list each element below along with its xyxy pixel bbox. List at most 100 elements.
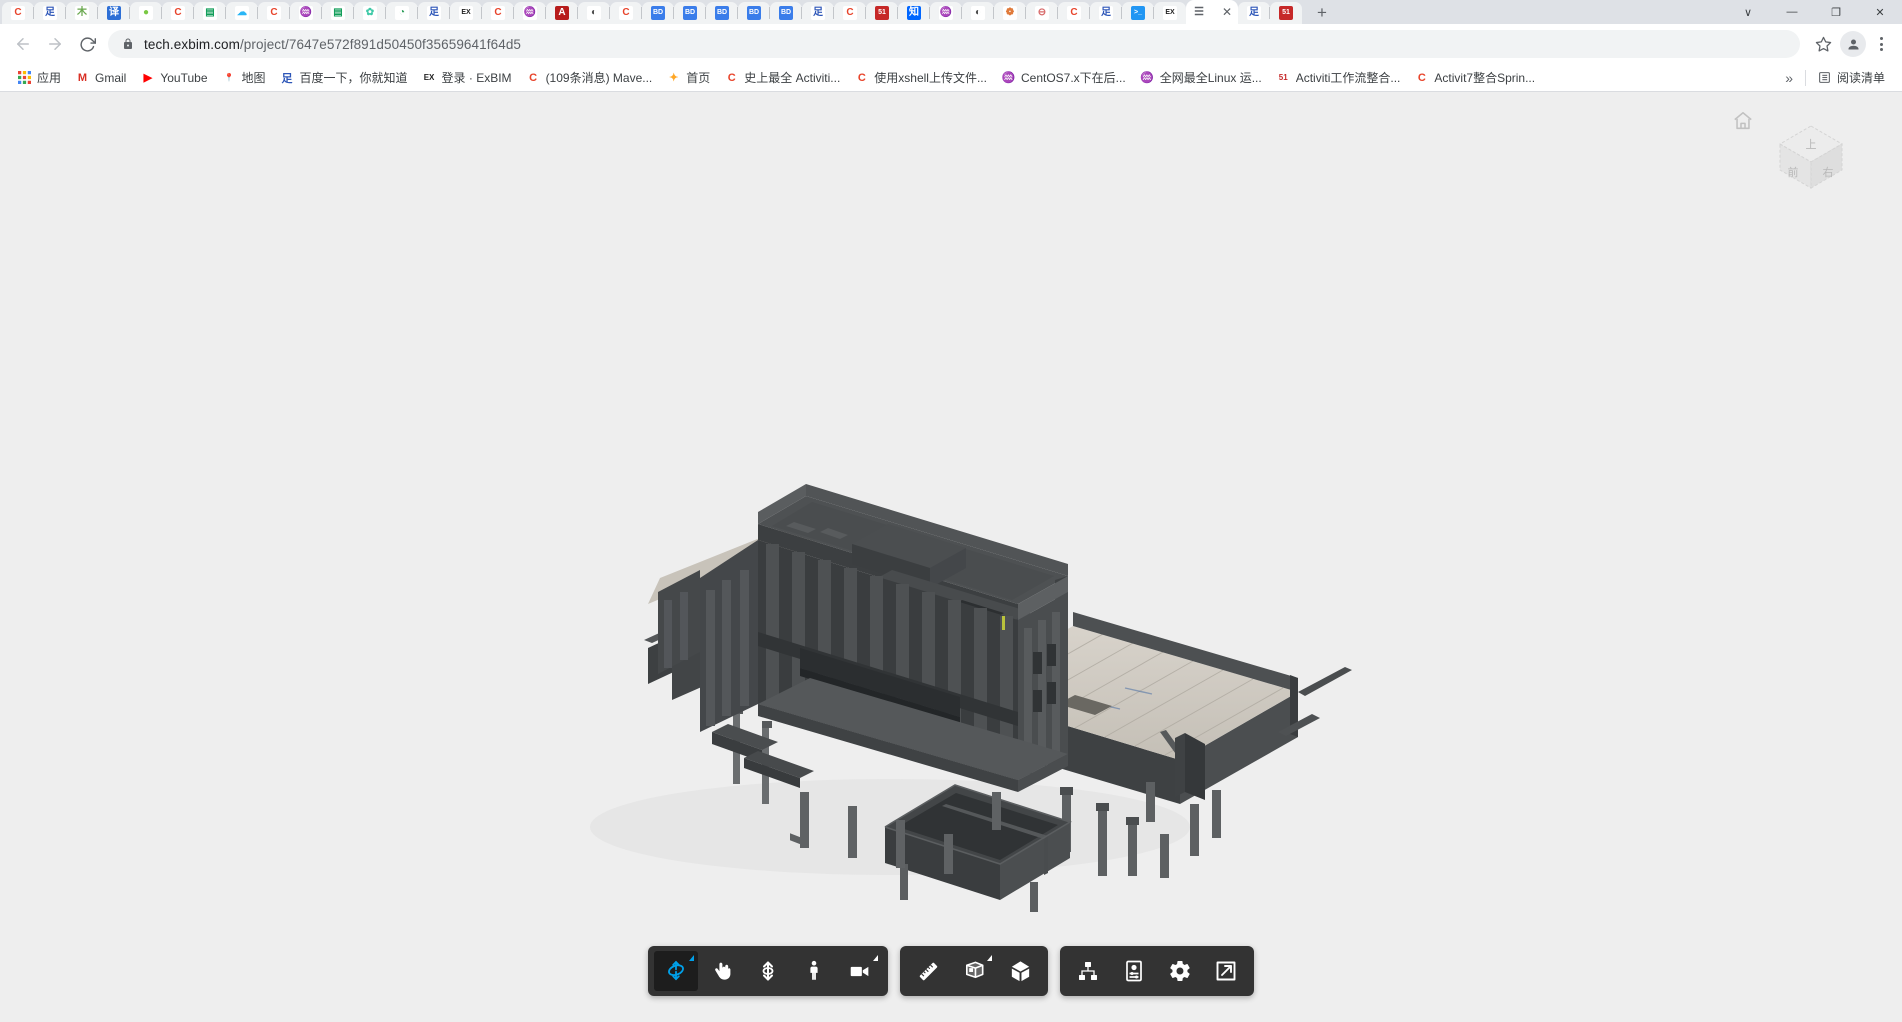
- bookmark-item[interactable]: ♒ CentOS7.x下在后...: [994, 66, 1133, 89]
- forward-button[interactable]: [40, 29, 70, 59]
- background-tab[interactable]: BD: [642, 2, 674, 24]
- bookmark-item[interactable]: C 使用xshell上传文件...: [847, 66, 994, 89]
- zoom-tool-button[interactable]: [746, 951, 790, 991]
- bim-viewer-canvas[interactable]: 上 前 右: [0, 92, 1902, 1022]
- background-tab[interactable]: C: [610, 2, 642, 24]
- background-tab[interactable]: ❁: [994, 2, 1026, 24]
- bookmark-item[interactable]: 足百度一下，你就知道: [273, 66, 415, 89]
- bookmark-item[interactable]: ▶ YouTube: [133, 67, 214, 88]
- background-tab[interactable]: 51: [866, 2, 898, 24]
- three-dot-menu-icon[interactable]: [1868, 37, 1894, 51]
- minimize-window-button[interactable]: —: [1770, 0, 1814, 24]
- background-tab[interactable]: C: [834, 2, 866, 24]
- bookmark-item[interactable]: C 史上最全 Activiti...: [717, 66, 847, 89]
- properties-button[interactable]: [1112, 951, 1156, 991]
- background-tab[interactable]: ♒: [290, 2, 322, 24]
- background-tab[interactable]: A: [546, 2, 578, 24]
- background-tab[interactable]: BD: [738, 2, 770, 24]
- background-tab[interactable]: 足: [418, 2, 450, 24]
- bookmark-label: CentOS7.x下在后...: [1020, 71, 1126, 85]
- orbit-dropdown-indicator[interactable]: [689, 955, 694, 961]
- background-tab[interactable]: ●: [130, 2, 162, 24]
- background-tab[interactable]: 知: [898, 2, 930, 24]
- address-bar[interactable]: tech.exbim.com/project/7647e572f891d5045…: [108, 30, 1800, 58]
- background-tab[interactable]: EX: [450, 2, 482, 24]
- background-tab[interactable]: C: [162, 2, 194, 24]
- new-tab-button[interactable]: +: [1308, 2, 1336, 24]
- person-avatar-icon[interactable]: [1840, 31, 1866, 57]
- maximize-window-button[interactable]: ❐: [1814, 0, 1858, 24]
- reading-list-label: 阅读清单: [1836, 71, 1885, 85]
- background-tab[interactable]: 足: [1090, 2, 1122, 24]
- background-tab[interactable]: ◐: [962, 2, 994, 24]
- tab-favicon: C: [267, 6, 281, 20]
- bookmark-item[interactable]: 51 Activiti工作流整合...: [1269, 66, 1408, 89]
- background-tab[interactable]: BD: [674, 2, 706, 24]
- background-tab[interactable]: C: [482, 2, 514, 24]
- active-tab-favicon: ☰: [1194, 6, 1204, 18]
- bookmark-favicon: 51: [1278, 73, 1288, 82]
- bookmark-item[interactable]: ✦ 首页: [659, 66, 717, 89]
- tab-favicon: 木: [75, 6, 89, 20]
- background-tab[interactable]: ◐: [578, 2, 610, 24]
- pan-tool-button[interactable]: [700, 951, 744, 991]
- background-tab[interactable]: ♒: [930, 2, 962, 24]
- background-tab[interactable]: ♒: [514, 2, 546, 24]
- tab-favicon: ◐: [587, 6, 601, 20]
- background-tab[interactable]: BD: [770, 2, 802, 24]
- camera-dropdown-indicator[interactable]: [873, 955, 878, 961]
- reading-list-button[interactable]: 阅读清单: [1810, 66, 1892, 89]
- walk-tool-button[interactable]: [792, 951, 836, 991]
- background-tab[interactable]: 51: [1270, 2, 1302, 24]
- active-tab[interactable]: ☰ ✕: [1186, 0, 1238, 24]
- explode-tool-button[interactable]: [998, 951, 1042, 991]
- model-tree-button[interactable]: [1066, 951, 1110, 991]
- background-tab[interactable]: ✿: [354, 2, 386, 24]
- tab-search-button[interactable]: ∨: [1726, 0, 1770, 24]
- close-window-button[interactable]: ✕: [1858, 0, 1902, 24]
- bookmark-item[interactable]: C (109条消息) Mave...: [519, 66, 660, 89]
- background-tab[interactable]: 木: [66, 2, 98, 24]
- orbit-tool-button[interactable]: [654, 951, 698, 991]
- apps-shortcut[interactable]: 应用: [10, 66, 68, 89]
- section-dropdown-indicator[interactable]: [987, 955, 992, 961]
- background-tab[interactable]: 足: [1238, 2, 1270, 24]
- bookmark-favicon: M: [77, 71, 88, 84]
- background-tab[interactable]: C: [1058, 2, 1090, 24]
- bookmarks-divider: [1804, 69, 1806, 86]
- bookmark-item[interactable]: 📍 地图: [215, 66, 273, 89]
- back-button[interactable]: [8, 29, 38, 59]
- bookmark-item[interactable]: ♒ 全网最全Linux 运...: [1133, 66, 1269, 89]
- tab-favicon: ♒: [299, 6, 313, 20]
- camera-tool-button[interactable]: [838, 951, 882, 991]
- settings-button[interactable]: [1158, 951, 1202, 991]
- background-tab[interactable]: ⊖: [1026, 2, 1058, 24]
- tab-favicon: 足: [811, 6, 825, 20]
- background-tab[interactable]: ▤: [194, 2, 226, 24]
- background-tab[interactable]: ☁: [226, 2, 258, 24]
- background-tab[interactable]: BD: [706, 2, 738, 24]
- background-tab[interactable]: 译: [98, 2, 130, 24]
- measure-tool-button[interactable]: [906, 951, 950, 991]
- bookmark-item[interactable]: EX 登录 · ExBIM: [415, 66, 519, 89]
- close-tab-button[interactable]: ✕: [1222, 6, 1232, 18]
- background-tab[interactable]: 足: [34, 2, 66, 24]
- fullscreen-button[interactable]: [1204, 951, 1248, 991]
- background-tab[interactable]: 足: [802, 2, 834, 24]
- background-tab[interactable]: ▤: [322, 2, 354, 24]
- reload-button[interactable]: [72, 29, 102, 59]
- section-tool-button[interactable]: [952, 951, 996, 991]
- bookmarks-overflow-button[interactable]: »: [1777, 68, 1801, 88]
- tab-favicon: ☁: [235, 6, 249, 20]
- background-tab[interactable]: EX: [1154, 2, 1186, 24]
- bookmark-item[interactable]: C Activit7整合Sprin...: [1407, 66, 1542, 89]
- bookmark-favicon: C: [1417, 71, 1426, 84]
- star-outline-icon[interactable]: [1808, 29, 1838, 59]
- tab-favicon: A: [555, 6, 569, 20]
- background-tab[interactable]: ◔: [386, 2, 418, 24]
- background-tab[interactable]: C: [2, 2, 34, 24]
- bookmark-item[interactable]: M Gmail: [68, 67, 133, 88]
- background-tab[interactable]: >_: [1122, 2, 1154, 24]
- background-tab[interactable]: C: [258, 2, 290, 24]
- bookmarks-overflow-area: » 阅读清单: [1777, 66, 1892, 89]
